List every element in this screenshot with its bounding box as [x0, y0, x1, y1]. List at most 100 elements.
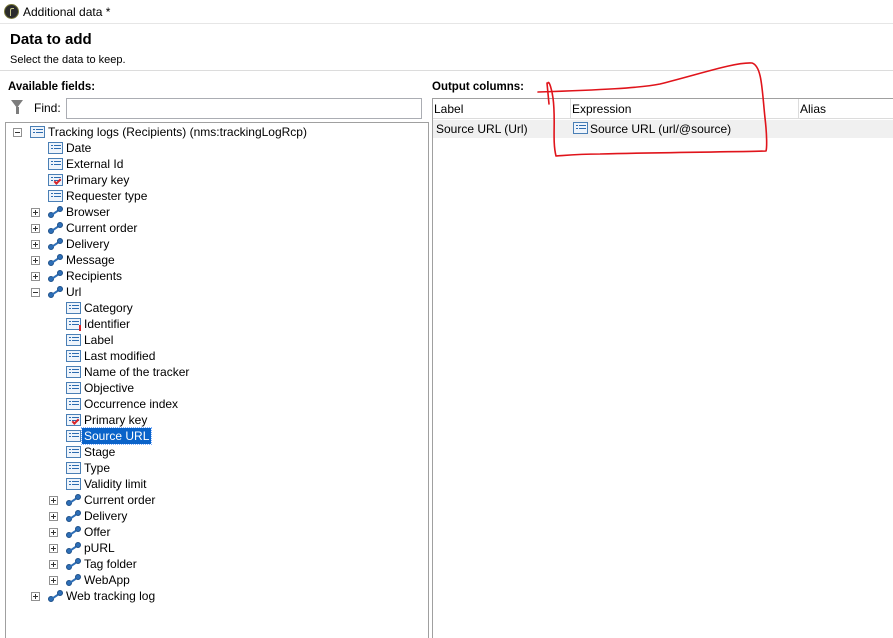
- link-node: [57, 590, 63, 596]
- tree-item-label: External Id: [66, 157, 124, 171]
- tree-item[interactable]: Last modified: [6, 348, 426, 364]
- tree-item-label: Primary key: [84, 413, 148, 427]
- tree-item[interactable]: Objective: [6, 380, 426, 396]
- tree-item[interactable]: Primary key: [6, 412, 426, 428]
- available-fields-tree[interactable]: Tracking logs (Recipients) (nms:tracking…: [5, 122, 429, 638]
- tree-item[interactable]: Label: [6, 332, 426, 348]
- tree-item[interactable]: Category: [6, 300, 426, 316]
- list-icon: [66, 334, 81, 346]
- link-icon: [48, 253, 64, 267]
- tree-item[interactable]: Offer: [6, 524, 426, 540]
- tree-item[interactable]: Delivery: [6, 236, 426, 252]
- expand-icon[interactable]: [31, 592, 40, 601]
- list-icon: [66, 478, 81, 490]
- window-title: Additional data *: [23, 5, 111, 19]
- link-node: [57, 206, 63, 212]
- link-node: [57, 270, 63, 276]
- tree-item-label: Category: [84, 301, 133, 315]
- expand-icon[interactable]: [49, 576, 58, 585]
- find-input[interactable]: [66, 98, 422, 119]
- link-icon: [48, 205, 64, 219]
- tree-item[interactable]: Validity limit: [6, 476, 426, 492]
- tree-item[interactable]: Stage: [6, 444, 426, 460]
- link-node: [75, 558, 81, 564]
- expand-icon[interactable]: [31, 224, 40, 233]
- output-columns-grid[interactable]: Label Expression Alias Source URL (Url) …: [432, 98, 893, 638]
- tree-item[interactable]: Delivery: [6, 508, 426, 524]
- tree-item[interactable]: pURL: [6, 540, 426, 556]
- column-header-expression[interactable]: Expression: [571, 99, 799, 119]
- filter-icon[interactable]: [11, 100, 23, 114]
- expand-icon[interactable]: [31, 240, 40, 249]
- tree-item[interactable]: Primary key: [6, 172, 426, 188]
- expand-icon[interactable]: [49, 528, 58, 537]
- page-subtitle: Select the data to keep.: [10, 54, 126, 66]
- tree-item-label: Url: [66, 285, 82, 299]
- tree-item-label: Label: [84, 333, 114, 347]
- tree-item[interactable]: Current order: [6, 220, 426, 236]
- expand-icon[interactable]: [31, 256, 40, 265]
- tree-item-label: WebApp: [84, 573, 130, 587]
- tree-item[interactable]: Tracking logs (Recipients) (nms:tracking…: [6, 124, 426, 140]
- collapse-icon[interactable]: [31, 288, 40, 297]
- expand-icon[interactable]: [49, 496, 58, 505]
- tree-item[interactable]: Occurrence index: [6, 396, 426, 412]
- tree-item[interactable]: Browser: [6, 204, 426, 220]
- list-icon: [66, 446, 81, 458]
- tree-item[interactable]: Date: [6, 140, 426, 156]
- tree-item[interactable]: Tag folder: [6, 556, 426, 572]
- list-icon: [66, 430, 81, 442]
- tree-item[interactable]: Recipients: [6, 268, 426, 284]
- list-icon: [573, 122, 588, 134]
- expand-icon[interactable]: [49, 512, 58, 521]
- cell-expression: Source URL (url/@source): [571, 120, 799, 138]
- table-row[interactable]: Source URL (Url) Source URL (url/@source…: [433, 120, 893, 138]
- tree-item[interactable]: Web tracking log: [6, 588, 426, 604]
- tree-item[interactable]: Name of the tracker: [6, 364, 426, 380]
- output-columns-label: Output columns:: [432, 81, 524, 93]
- expand-icon[interactable]: [49, 560, 58, 569]
- tree-item-label: Current order: [66, 221, 138, 235]
- tree-item[interactable]: Type: [6, 460, 426, 476]
- list-icon: [30, 126, 45, 138]
- cell-expression-text: Source URL (url/@source): [590, 122, 732, 136]
- tree-item-label: Browser: [66, 205, 111, 219]
- tree-item-label: Identifier: [84, 317, 131, 331]
- tree-item[interactable]: Source URL: [6, 427, 426, 445]
- tree-item[interactable]: Message: [6, 252, 426, 268]
- tree-item-label: Type: [84, 461, 111, 475]
- link-node: [57, 254, 63, 260]
- tree-item[interactable]: Url: [6, 284, 426, 300]
- tree-item-label: Delivery: [66, 237, 110, 251]
- list-icon: [48, 142, 63, 154]
- tree-item-label: Tracking logs (Recipients) (nms:tracking…: [48, 125, 307, 139]
- expand-icon[interactable]: [49, 544, 58, 553]
- link-icon: [66, 541, 82, 555]
- available-fields-label: Available fields:: [8, 81, 96, 93]
- tree-item-label: Delivery: [84, 509, 128, 523]
- link-node: [75, 542, 81, 548]
- list-icon: [66, 350, 81, 362]
- link-node: [57, 286, 63, 292]
- tree-item-label: Tag folder: [84, 557, 137, 571]
- tree-item[interactable]: Current order: [6, 492, 426, 508]
- column-header-alias[interactable]: Alias: [799, 99, 893, 119]
- list-icon: [66, 302, 81, 314]
- tree-item[interactable]: WebApp: [6, 572, 426, 588]
- expand-icon[interactable]: [31, 272, 40, 281]
- find-label: Find:: [34, 101, 61, 115]
- app-icon: [4, 4, 19, 19]
- tree-item-label: Name of the tracker: [84, 365, 190, 379]
- tree-item-label: Primary key: [66, 173, 130, 187]
- tree-item[interactable]: External Id: [6, 156, 426, 172]
- tree-item[interactable]: Requester type: [6, 188, 426, 204]
- link-icon: [48, 269, 64, 283]
- list-icon: [66, 366, 81, 378]
- column-header-label[interactable]: Label: [433, 99, 571, 119]
- link-icon: [48, 221, 64, 235]
- tree-item[interactable]: Identifier: [6, 316, 426, 332]
- link-icon: [66, 509, 82, 523]
- collapse-icon[interactable]: [13, 128, 22, 137]
- expand-icon[interactable]: [31, 208, 40, 217]
- tree-item-label: pURL: [84, 541, 115, 555]
